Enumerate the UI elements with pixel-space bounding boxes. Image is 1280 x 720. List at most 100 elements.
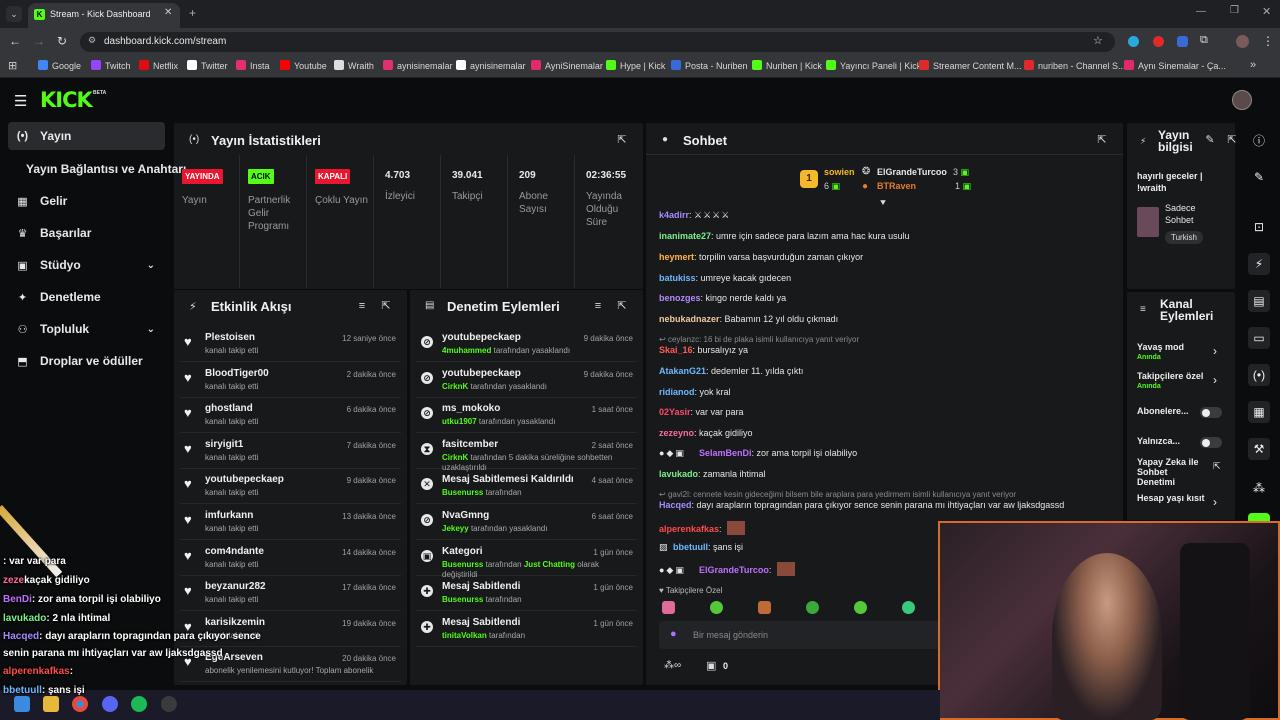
chrome-icon[interactable] bbox=[72, 696, 88, 712]
moderator-name[interactable]: tinitaVolkan bbox=[442, 631, 487, 640]
discord-icon[interactable] bbox=[102, 696, 118, 712]
sidebar-item-5[interactable]: ✦ Denetleme bbox=[8, 283, 165, 311]
chat-username[interactable]: inanimate27 bbox=[659, 231, 711, 241]
category-thumbnail[interactable] bbox=[1137, 207, 1159, 237]
moderator-name[interactable]: Busenurss bbox=[442, 560, 483, 569]
moderator-name[interactable]: 4muhammed bbox=[442, 346, 491, 355]
moderation-target[interactable]: ms_mokoko bbox=[442, 403, 500, 414]
kick-logo[interactable]: KICK bbox=[40, 88, 93, 112]
sidebar-item-2[interactable]: ▦ Gelir bbox=[8, 187, 165, 215]
popout-icon[interactable]: ⇱ bbox=[379, 299, 393, 313]
apps-grid-icon[interactable]: ⊞ bbox=[8, 59, 17, 72]
microphone-icon[interactable]: ● bbox=[670, 628, 677, 640]
activity-username[interactable]: com4ndante bbox=[205, 546, 264, 557]
site-info-icon[interactable]: ⚙ bbox=[88, 35, 96, 46]
toggle-switch[interactable] bbox=[1200, 407, 1222, 418]
obs-icon[interactable] bbox=[161, 696, 177, 712]
url-bar[interactable]: ⚙ dashboard.kick.com/stream ☆ bbox=[80, 32, 1115, 52]
chat-username[interactable]: batukiss bbox=[659, 273, 696, 283]
info-icon[interactable]: ⓘ bbox=[1248, 130, 1270, 152]
emote-4[interactable] bbox=[806, 601, 819, 614]
chat-username[interactable]: heymert bbox=[659, 252, 694, 262]
moderation-target[interactable]: Mesaj Sabitlendi bbox=[442, 617, 520, 628]
bookmark-item[interactable]: Twitch bbox=[91, 60, 131, 71]
emote-3[interactable] bbox=[758, 601, 771, 614]
browser-tab[interactable]: K Stream - Kick Dashboard ✕ bbox=[28, 3, 180, 28]
more-bookmarks-icon[interactable]: » bbox=[1250, 59, 1256, 71]
back-icon[interactable]: ← bbox=[9, 34, 21, 48]
emote-6[interactable] bbox=[902, 601, 915, 614]
sidebar-item-4[interactable]: ▣ Stüdyo ⌄ bbox=[8, 251, 165, 279]
chat-username[interactable]: AtakanG21 bbox=[659, 366, 706, 376]
moderator-name[interactable]: CirknK bbox=[442, 382, 468, 391]
edit-pencil-icon[interactable]: ✎ bbox=[1248, 166, 1270, 188]
chat-username[interactable]: ElGrandeTurcoo bbox=[699, 565, 769, 575]
bookmark-item[interactable]: Streamer Content M... bbox=[919, 60, 1022, 71]
bookmark-item[interactable]: nuriben - Channel S... bbox=[1024, 60, 1126, 71]
chat-username[interactable]: benozges bbox=[659, 293, 701, 303]
bookmark-item[interactable]: Aynı Sinemalar - Ça... bbox=[1124, 60, 1226, 71]
chevron-right-icon[interactable]: › bbox=[1213, 344, 1217, 358]
minimize-button[interactable]: — bbox=[1196, 6, 1206, 17]
activity-username[interactable]: karisikzemin bbox=[205, 617, 265, 628]
points-icon[interactable]: ⁂∞ bbox=[664, 660, 681, 671]
new-tab-button[interactable]: + bbox=[189, 6, 196, 20]
moderation-target[interactable]: Kategori bbox=[442, 546, 483, 557]
bookmark-item[interactable]: Youtube bbox=[280, 60, 327, 71]
external-link-icon[interactable]: ⇱ bbox=[1213, 461, 1221, 472]
chat-username[interactable]: k4adirr bbox=[659, 210, 689, 220]
forward-icon[interactable]: → bbox=[33, 34, 45, 48]
emote-2[interactable] bbox=[710, 601, 723, 614]
activity-username[interactable]: Plestoisen bbox=[205, 332, 255, 343]
profile-avatar[interactable] bbox=[1236, 35, 1249, 48]
moderator-name[interactable]: Busenurss bbox=[442, 595, 483, 604]
chat-username[interactable]: 02Yasir bbox=[659, 407, 691, 417]
bookmark-item[interactable]: AyniSinemalar bbox=[531, 60, 603, 71]
close-window-button[interactable]: ✕ bbox=[1262, 5, 1271, 18]
bookmark-star-icon[interactable]: ☆ bbox=[1093, 34, 1103, 47]
bookmark-item[interactable]: Netflix bbox=[139, 60, 178, 71]
sidebar-item-7[interactable]: ⬒ Droplar ve ödüller bbox=[8, 347, 165, 375]
moderator-name[interactable]: Busenurss bbox=[442, 488, 483, 497]
chevron-right-icon[interactable]: › bbox=[1213, 495, 1217, 509]
extensions-puzzle-icon[interactable]: ⧉ bbox=[1200, 34, 1208, 47]
bookmark-item[interactable]: Hype | Kick bbox=[606, 60, 665, 71]
moderation-target[interactable]: youtubepeckaep bbox=[442, 368, 521, 379]
bookmark-item[interactable]: Google bbox=[38, 60, 81, 71]
broadcast-icon[interactable]: (•) bbox=[1248, 364, 1270, 386]
bookmark-item[interactable]: Twitter bbox=[187, 60, 228, 71]
moderation-target[interactable]: Mesaj Sabitlendi bbox=[442, 581, 520, 592]
chat-username[interactable]: Hacqed bbox=[659, 500, 692, 510]
filter-icon[interactable]: ≡ bbox=[355, 299, 369, 313]
bookmark-item[interactable]: aynisinemalar bbox=[456, 60, 526, 71]
activity-username[interactable]: imfurkann bbox=[205, 510, 253, 521]
nodes-icon[interactable]: ⁂ bbox=[1248, 477, 1270, 499]
activity-username[interactable]: youtubepeckaep bbox=[205, 474, 284, 485]
sidebar-item-1[interactable]: Yayın Bağlantısı ve Anahtarı bbox=[18, 155, 186, 183]
popout-icon[interactable]: ⇱ bbox=[615, 133, 629, 147]
bookmark-item[interactable]: aynisinemalar bbox=[383, 60, 453, 71]
top-gifter-name[interactable]: BTRaven bbox=[877, 181, 916, 191]
tab-search-button[interactable]: ⌄ bbox=[6, 6, 22, 22]
hamburger-menu-icon[interactable]: ☰ bbox=[14, 92, 27, 110]
bookmark-item[interactable]: Yayıncı Paneli | Kick bbox=[826, 60, 921, 71]
bookmark-item[interactable]: Wraith bbox=[334, 60, 374, 71]
file-explorer-icon[interactable] bbox=[43, 696, 59, 712]
moderator-name[interactable]: utku1907 bbox=[442, 417, 477, 426]
browser-menu-icon[interactable]: ⋮ bbox=[1262, 34, 1274, 48]
filter-icon[interactable]: ≡ bbox=[591, 299, 605, 313]
emote-5[interactable] bbox=[854, 601, 867, 614]
chat-username[interactable]: ridianod bbox=[659, 387, 695, 397]
edit-pencil-icon[interactable]: ✎ bbox=[1203, 133, 1217, 147]
screenshot-icon[interactable]: ⊡ bbox=[1248, 216, 1270, 238]
activity-username[interactable]: ghostland bbox=[205, 403, 253, 414]
windows-start-icon[interactable] bbox=[14, 696, 30, 712]
emote-1[interactable] bbox=[662, 601, 675, 614]
extension-icon-3[interactable] bbox=[1177, 36, 1188, 47]
moderation-target[interactable]: NvaGmng bbox=[442, 510, 489, 521]
activity-username[interactable]: siryigit1 bbox=[205, 439, 243, 450]
chat-username[interactable]: Skai_16 bbox=[659, 345, 693, 355]
popout-icon[interactable]: ⇱ bbox=[615, 299, 629, 313]
chevron-down-icon[interactable]: ⌄ bbox=[147, 260, 155, 271]
bookmark-item[interactable]: Insta bbox=[236, 60, 270, 71]
